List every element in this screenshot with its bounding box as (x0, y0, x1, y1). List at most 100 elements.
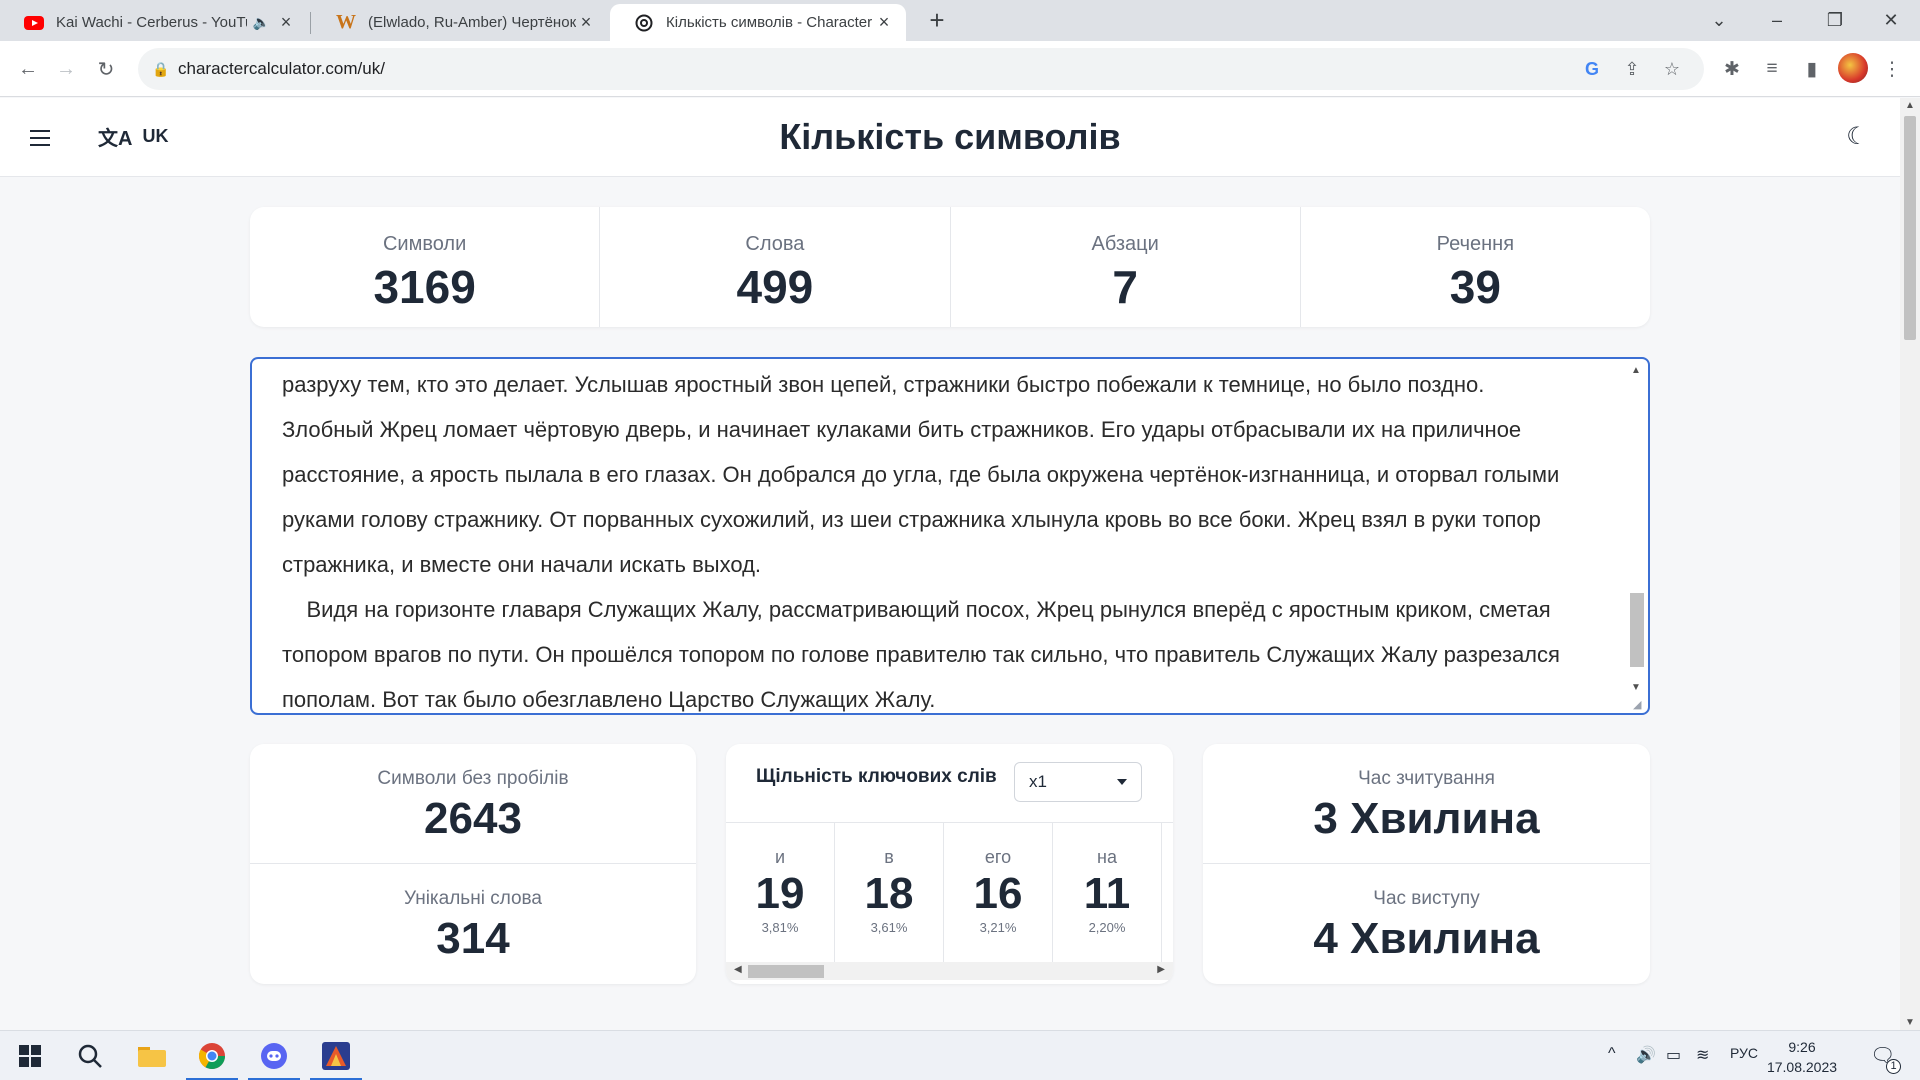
keyword-item: его 16 3,21% (944, 823, 1053, 962)
keyword-percent: 2,20% (1088, 920, 1126, 935)
keyword-count: 11 (1083, 869, 1131, 918)
close-tab-icon[interactable]: × (576, 12, 596, 33)
tab-character-calculator[interactable]: Кількість символів - Character C × (610, 4, 906, 41)
scroll-left-arrow-icon[interactable]: ◀ (734, 964, 742, 975)
tab-search-icon[interactable]: ⌄ (1690, 0, 1748, 41)
chevron-down-icon (1117, 779, 1127, 785)
keyword-item: на 11 2,20% (1053, 823, 1162, 962)
scroll-thumb[interactable] (748, 965, 824, 978)
game-app-icon[interactable] (310, 1036, 362, 1080)
search-icon[interactable] (64, 1036, 116, 1076)
tab-elwlado[interactable]: W (Elwlado, Ru-Amber) Чертёнок-и × (312, 4, 608, 41)
text-input-area[interactable]: разруху тем, кто это делает. Услышав яро… (250, 357, 1650, 715)
page-viewport: 文A UK Кількість символів ☾ Символи 3169 … (0, 98, 1900, 1030)
tab-separator (310, 12, 311, 34)
stat-characters: Символи 3169 (250, 207, 601, 327)
stat-paragraphs: Абзаци 7 (951, 207, 1301, 327)
stat-words: Слова 499 (600, 207, 951, 327)
system-clock[interactable]: 9:26 17.08.2023 (1760, 1037, 1844, 1077)
restore-icon[interactable]: ❐ (1806, 0, 1864, 41)
clock-time: 9:26 (1788, 1039, 1816, 1055)
tab-title: (Elwlado, Ru-Amber) Чертёнок-и (368, 14, 576, 31)
resize-handle-icon[interactable]: ◢ (1633, 698, 1645, 711)
keyword-percent: 3,81% (761, 920, 799, 935)
input-language[interactable]: РУС (1730, 1045, 1758, 1061)
bookmark-star-icon[interactable]: ☆ (1660, 57, 1684, 81)
keyword-density-title: Щільність ключових слів (756, 766, 997, 787)
page-title: Кількість символів (779, 116, 1121, 157)
stat-label: Абзаци (1091, 233, 1159, 255)
keyword-item: в 18 3,61% (835, 823, 944, 962)
stat-label: Символи без пробілів (377, 768, 569, 789)
stat-value: 4 Хвилина (1313, 914, 1540, 963)
forward-icon[interactable]: → (48, 51, 84, 87)
page-scrollbar[interactable]: ▲ ▼ (1900, 98, 1920, 1030)
share-icon[interactable]: ⇪ (1620, 57, 1644, 81)
dark-mode-moon-icon[interactable]: ☾ (1842, 122, 1872, 152)
scroll-thumb[interactable] (1904, 116, 1916, 340)
file-explorer-icon[interactable] (126, 1036, 178, 1076)
tab-youtube[interactable]: Kai Wachi - Cerberus - YouTu 🔈 × (0, 4, 308, 41)
speaker-muted-icon[interactable]: 🔈 (253, 14, 270, 31)
scroll-down-arrow-icon[interactable]: ▼ (1628, 682, 1644, 693)
extensions-puzzle-icon[interactable]: ✱ (1714, 51, 1750, 87)
scroll-up-arrow-icon[interactable]: ▲ (1900, 100, 1920, 111)
scroll-up-arrow-icon[interactable]: ▲ (1628, 365, 1644, 376)
keyword-density-select[interactable]: x1 (1014, 762, 1142, 802)
media-queue-icon[interactable]: ≡ (1754, 51, 1790, 87)
close-window-icon[interactable]: ✕ (1862, 0, 1920, 41)
side-panel-icon[interactable]: ▮ (1794, 51, 1830, 87)
reload-icon[interactable]: ↻ (88, 51, 124, 87)
w-icon: W (336, 11, 356, 33)
stat-label: Символи (382, 233, 467, 255)
keyword-word: его (984, 847, 1012, 867)
text-input-content[interactable]: разруху тем, кто это делает. Услышав яро… (282, 362, 1607, 713)
keyword-density-list: и 19 3,81% в 18 3,61% его 16 3,21% на 11… (726, 822, 1173, 962)
scroll-right-arrow-icon[interactable]: ▶ (1157, 964, 1165, 975)
stat-label: Унікальні слова (403, 888, 543, 909)
close-tab-icon[interactable]: × (874, 12, 894, 33)
google-translate-icon[interactable]: G (1580, 57, 1604, 81)
profile-avatar[interactable] (1838, 53, 1868, 83)
keyword-density-card: Щільність ключових слів x1 и 19 3,81% в … (726, 744, 1173, 984)
lock-icon[interactable]: 🔒 (152, 61, 178, 78)
stat-value: 7 (1112, 261, 1138, 313)
address-bar[interactable]: 🔒 charactercalculator.com/uk/ G ⇪ ☆ (138, 48, 1704, 90)
keyword-scrollbar[interactable]: ◀ ▶ (726, 962, 1173, 980)
tab-title: Кількість символів - Character C (666, 14, 874, 31)
new-tab-button[interactable]: + (922, 6, 952, 36)
editor-scrollbar[interactable]: ▲ ▼ (1628, 363, 1644, 711)
keyword-count: 19 (755, 869, 805, 918)
windows-start-icon[interactable] (4, 1036, 56, 1076)
stat-label: Час виступу (1373, 888, 1480, 909)
keyword-word: и (774, 847, 786, 867)
stat-value: 314 (436, 914, 510, 963)
close-tab-icon[interactable]: × (276, 12, 296, 33)
chrome-icon[interactable] (186, 1036, 238, 1080)
discord-icon[interactable] (248, 1036, 300, 1080)
site-header: 文A UK Кількість символів ☾ (0, 98, 1900, 177)
scroll-thumb[interactable] (1630, 593, 1644, 667)
keyword-word: на (1097, 847, 1117, 867)
keyword-count: 18 (864, 869, 914, 918)
scroll-down-arrow-icon[interactable]: ▼ (1900, 1017, 1920, 1028)
wifi-icon[interactable]: ≋ (1696, 1045, 1709, 1065)
chevron-up-icon[interactable]: ^ (1608, 1045, 1616, 1063)
battery-icon[interactable]: ▭ (1666, 1045, 1681, 1065)
extra-stats-card-right: Час зчитування 3 Хвилина Час виступу 4 Х… (1203, 744, 1650, 984)
back-icon[interactable]: ← (10, 51, 46, 87)
menu-kebab-icon[interactable]: ⋮ (1874, 51, 1910, 87)
volume-icon[interactable]: 🔊 (1636, 1045, 1656, 1065)
youtube-icon (24, 13, 44, 33)
stat-unique-words: Унікальні слова 314 (250, 864, 696, 984)
notification-count-badge: 1 (1886, 1059, 1901, 1074)
browser-tab-strip: Kai Wachi - Cerberus - YouTu 🔈 × W (Elwl… (0, 0, 1920, 41)
stat-sentences: Речення 39 (1301, 207, 1650, 327)
keyword-percent: 3,21% (979, 920, 1017, 935)
url-text[interactable]: charactercalculator.com/uk/ (178, 59, 385, 79)
keyword-word: в (884, 847, 894, 867)
stat-value: 39 (1449, 261, 1501, 313)
cc-icon (634, 13, 654, 33)
minimize-icon[interactable]: – (1748, 0, 1806, 41)
stat-label: Слова (745, 233, 805, 255)
